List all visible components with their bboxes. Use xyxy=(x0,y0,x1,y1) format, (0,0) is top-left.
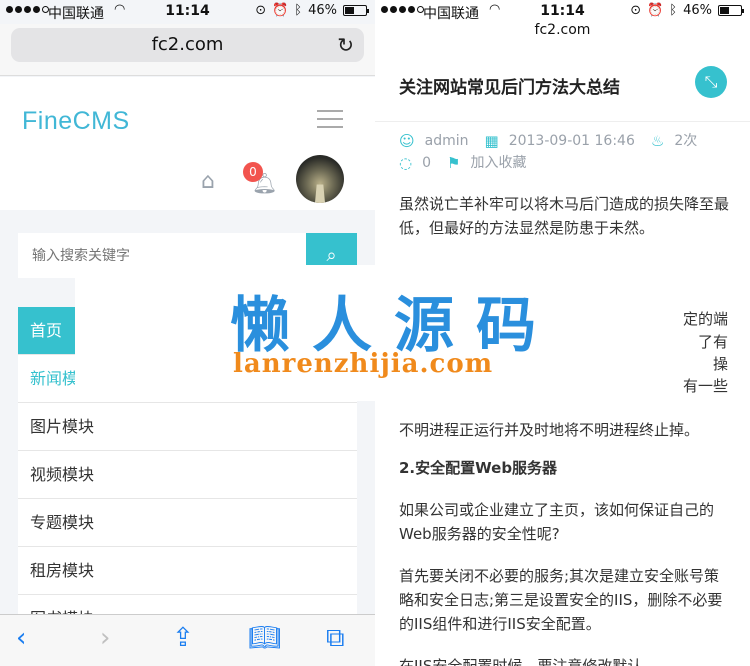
text-fragment: 操 xyxy=(712,355,728,373)
article-title: 关注网站常见后门方法大总结 xyxy=(399,78,620,98)
article-header: 关注网站常见后门方法大总结 ⤡ xyxy=(375,40,750,122)
menu-item-topics[interactable]: 专题模块 xyxy=(18,499,357,547)
reload-icon[interactable]: ↻ xyxy=(337,28,354,62)
comment-icon: ◌ xyxy=(399,154,413,172)
add-favorite-link[interactable]: 加入收藏 xyxy=(470,152,526,174)
watermark-domain: lanrenzhijia.com xyxy=(233,349,494,379)
paragraph: 首先要关闭不必要的服务;其次是建立安全账号策略和安全日志;第三是设置安全的IIS… xyxy=(399,567,723,633)
paragraph: 不明进程正运行并及时地将不明进程终止掉。 xyxy=(399,421,700,439)
article-meta: ☺ admin ▦ 2013-09-01 16:46 ♨ 2次 ◌ 0 ⚑ 加入… xyxy=(399,130,739,174)
calendar-icon: ▦ xyxy=(484,132,499,150)
browser-toolbar: ‹ › ⇪ 📖︎ ⧉ xyxy=(0,614,375,666)
hamburger-menu-icon[interactable] xyxy=(317,110,343,128)
site-logo[interactable]: FineCMS xyxy=(22,107,130,136)
alarm-icon: ⏰ xyxy=(272,3,289,18)
battery-percent: 46% xyxy=(683,3,712,18)
browser-address-bar: fc2.com ↻ xyxy=(0,24,375,76)
battery-percent: 46% xyxy=(308,3,337,18)
fire-icon: ♨ xyxy=(650,132,665,150)
url-text: fc2.com xyxy=(151,34,224,55)
text-fragment: 有一些 xyxy=(682,377,728,395)
menu-item-rentals[interactable]: 租房模块 xyxy=(18,547,357,595)
watermark-banner: 懒人源码 lanrenzhijia.com xyxy=(75,265,675,401)
battery-icon xyxy=(343,5,369,16)
shrink-icon: ⤡ xyxy=(704,72,718,91)
menu-item-videos[interactable]: 视频模块 xyxy=(18,451,357,499)
menu-item-pictures[interactable]: 图片模块 xyxy=(18,403,357,451)
text-fragment: 定的端 xyxy=(682,310,728,328)
bluetooth-icon: ᛒ xyxy=(669,3,678,18)
alarm-icon: ⏰ xyxy=(647,3,664,18)
comment-count: 0 xyxy=(422,155,432,171)
user-icon: ☺ xyxy=(399,132,415,150)
site-header: FineCMS ⌂ 🔔︎ 0 xyxy=(0,77,375,210)
search-icon: ⌕ xyxy=(326,245,337,266)
home-icon[interactable]: ⌂ xyxy=(201,169,215,194)
battery-icon xyxy=(718,5,744,16)
paragraph: 在IIS安全配置时候，要注意修改默认 xyxy=(399,657,643,666)
status-bar: 中国联通 ◠ 11:14 ⊙ ⏰ ᛒ 46% xyxy=(375,0,750,24)
paragraph: 如果公司或企业建立了主页，该如何保证自己的Web服务器的安全性呢? xyxy=(399,501,715,543)
lock-rotation-icon: ⊙ xyxy=(630,3,642,18)
text-fragment: 了有 xyxy=(697,333,728,351)
share-icon[interactable]: ⇪ xyxy=(172,623,194,653)
avatar[interactable] xyxy=(296,155,344,203)
forward-icon: › xyxy=(100,623,111,653)
tabs-icon[interactable]: ⧉ xyxy=(326,623,345,654)
author: admin xyxy=(424,133,469,149)
publish-date: 2013-09-01 16:46 xyxy=(508,133,635,149)
menu-item-home[interactable]: 首页 xyxy=(18,307,78,355)
view-count: 2次 xyxy=(674,133,698,149)
flag-icon[interactable]: ⚑ xyxy=(447,152,460,174)
notification-badge: 0 xyxy=(243,162,263,182)
back-icon[interactable]: ‹ xyxy=(16,623,26,653)
status-bar: 中国联通 ◠ 11:14 ⊙ ⏰ ᛒ 46% xyxy=(0,0,375,24)
lock-rotation-icon: ⊙ xyxy=(255,3,267,18)
paragraph: 虽然说亡羊补牢可以将木马后门造成的损失降至最低，但最好的方法显然是防患于未然。 xyxy=(399,195,730,237)
bluetooth-icon: ᛒ xyxy=(294,3,303,18)
section-heading: 2.安全配置Web服务器 xyxy=(399,459,558,477)
url-field[interactable]: fc2.com ↻ xyxy=(11,28,364,62)
bookmarks-icon[interactable]: 📖︎ xyxy=(248,623,281,653)
collapse-button[interactable]: ⤡ xyxy=(695,66,727,98)
article-body: 虽然说亡羊补牢可以将木马后门造成的损失降至最低，但最好的方法显然是防患于未然。 … xyxy=(399,192,729,666)
url-text[interactable]: fc2.com xyxy=(375,22,750,38)
